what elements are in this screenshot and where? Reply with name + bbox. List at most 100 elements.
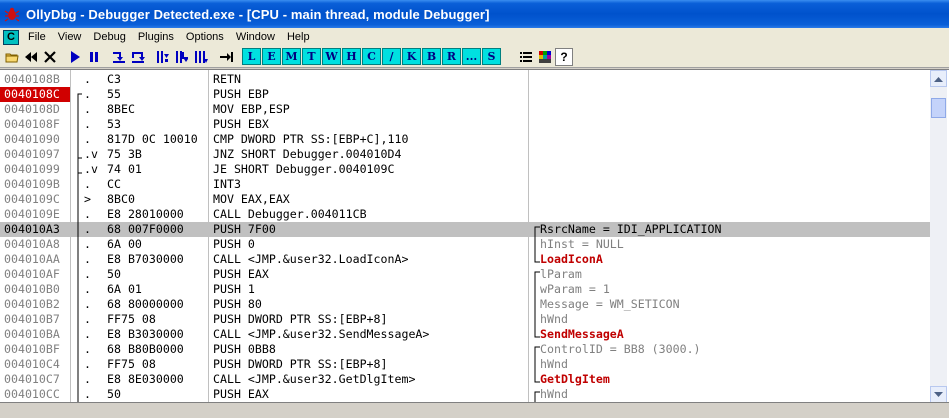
comment-cell: SendMessageA <box>540 327 624 341</box>
help-button[interactable]: ? <box>555 47 573 66</box>
trace-over-icon[interactable] <box>173 48 191 66</box>
table-row[interactable]: 004010A8. 6A 00 PUSH 0 hInst = NULL <box>0 237 930 252</box>
title-bar[interactable]: OllyDbg - Debugger Detected.exe - [CPU -… <box>0 0 949 28</box>
jump-flag-cell: . <box>84 87 91 101</box>
comment-cell <box>540 147 930 162</box>
go-to-icon[interactable] <box>217 48 235 66</box>
comment-cell: hWnd <box>540 387 568 401</box>
table-row[interactable]: 0040108B. C3 RETN <box>0 72 930 87</box>
step-over-icon[interactable] <box>129 48 147 66</box>
table-row[interactable]: 004010B7. FF75 08 PUSH DWORD PTR SS:[EBP+8… <box>0 312 930 327</box>
hex-dump-cell: 50 <box>107 267 121 281</box>
comment-cell: LoadIconA <box>540 252 603 266</box>
menu-file[interactable]: File <box>22 31 52 43</box>
table-row[interactable]: 004010B0. 6A 01 PUSH 1 wParam = 1 <box>0 282 930 297</box>
hex-dump-cell: 68 80000000 <box>107 297 184 311</box>
memory-map-button[interactable]: M <box>282 48 301 65</box>
disassembly-cell: PUSH EBX <box>213 117 269 131</box>
hex-dump-cell: C3 <box>107 72 121 86</box>
call-stack-button[interactable]: K <box>402 48 421 65</box>
cpu-window-icon[interactable]: C <box>3 29 19 45</box>
address-cell: 0040109B <box>4 177 60 191</box>
menu-view[interactable]: View <box>52 31 88 43</box>
disassembly-cell: INT3 <box>213 177 241 191</box>
hex-dump-cell: 53 <box>107 117 121 131</box>
close-icon[interactable] <box>41 48 59 66</box>
menu-options[interactable]: Options <box>180 31 230 43</box>
menu-plugins[interactable]: Plugins <box>132 31 180 43</box>
execute-till-return-icon[interactable] <box>192 48 210 66</box>
comment-cell: wParam = 1 <box>540 282 610 296</box>
run-trace-button[interactable]: ... <box>462 48 481 65</box>
hex-dump-cell: 68 B80B0000 <box>107 342 184 356</box>
address-cell: 004010B2 <box>4 297 60 311</box>
scroll-down-button[interactable] <box>930 386 947 403</box>
table-row[interactable]: 004010AF. 50 PUSH EAX lParam <box>0 267 930 282</box>
menu-help[interactable]: Help <box>281 31 316 43</box>
address-cell: 004010AF <box>4 267 60 281</box>
step-into-icon[interactable] <box>110 48 128 66</box>
vertical-scrollbar[interactable] <box>930 70 947 403</box>
cpu-disassembly-pane[interactable]: 0040108B. C3 RETN 0040108C. 55 PUSH EBP 004010… <box>0 69 949 403</box>
table-row[interactable]: 0040109B. CC INT3 <box>0 177 930 192</box>
table-row[interactable]: 004010C4. FF75 08 PUSH DWORD PTR SS:[EBP+8… <box>0 357 930 372</box>
rewind-icon[interactable] <box>22 48 40 66</box>
windows-button[interactable]: W <box>322 48 341 65</box>
comment-cell: hInst = NULL <box>540 237 624 251</box>
table-row[interactable]: 00401090. 817D 0C 10010 CMP DWORD PTR SS:[… <box>0 132 930 147</box>
table-row[interactable]: 00401097 .v 75 3B JNZ SHORT Debugger.004010… <box>0 147 930 162</box>
trace-into-icon[interactable] <box>154 48 172 66</box>
toolbar: L E M T W H C / K B R ... S ? <box>0 46 949 68</box>
hex-dump-cell: 6A 01 <box>107 282 142 296</box>
table-row[interactable]: 004010CC. 50 PUSH EAX hWnd <box>0 387 930 402</box>
log-window-button[interactable]: L <box>242 48 261 65</box>
disassembly-cell: PUSH EBP <box>213 87 269 101</box>
open-folder-icon[interactable] <box>3 48 21 66</box>
scroll-up-button[interactable] <box>930 70 947 87</box>
table-row[interactable]: 0040109E. E8 28010000 CALL Debugger.004011… <box>0 207 930 222</box>
handles-button[interactable]: H <box>342 48 361 65</box>
jump-flag-cell: . <box>84 117 91 131</box>
appearance-icon[interactable] <box>536 48 554 66</box>
table-row[interactable]: 004010B2. 68 80000000 PUSH 80 Message = WM_… <box>0 297 930 312</box>
jump-flag-cell: . <box>84 132 91 146</box>
address-cell: 0040109C <box>4 192 60 206</box>
threads-button[interactable]: T <box>302 48 321 65</box>
disassembly-cell: RETN <box>213 72 241 86</box>
cpu-button[interactable]: C <box>362 48 381 65</box>
list-view-icon[interactable] <box>517 48 535 66</box>
patches-button[interactable]: / <box>382 48 401 65</box>
menu-window[interactable]: Window <box>230 31 281 43</box>
jump-flag-cell: . <box>84 387 91 401</box>
breakpoints-button[interactable]: B <box>422 48 441 65</box>
disassembly-cell: PUSH 7F00 <box>213 222 276 236</box>
references-button[interactable]: R <box>442 48 461 65</box>
hex-dump-cell: 74 01 <box>107 162 142 176</box>
table-row[interactable]: 0040108C. 55 PUSH EBP <box>0 87 930 102</box>
hex-dump-cell: FF75 08 <box>107 312 156 326</box>
table-row[interactable]: 0040109C >8BC0 MOV EAX,EAX <box>0 192 930 207</box>
scroll-thumb[interactable] <box>931 98 946 118</box>
table-row[interactable]: 0040108F. 53 PUSH EBX <box>0 117 930 132</box>
hex-dump-cell: E8 B3030000 <box>107 327 184 341</box>
table-row[interactable]: 00401099 .v 74 01 JE SHORT Debugger.0040109… <box>0 162 930 177</box>
table-row[interactable]: 0040108D. 8BEC MOV EBP,ESP <box>0 102 930 117</box>
table-row[interactable]: 004010C7. E8 8E030000 CALL <JMP.&user32.Ge… <box>0 372 930 387</box>
hex-dump-cell: 55 <box>107 87 121 101</box>
executable-modules-button[interactable]: E <box>262 48 281 65</box>
comment-cell <box>540 162 930 177</box>
table-row[interactable]: 004010BF. 68 B80B0000 PUSH 0BB8 ControlID =… <box>0 342 930 357</box>
run-icon[interactable] <box>66 48 84 66</box>
pause-icon[interactable] <box>85 48 103 66</box>
hex-dump-cell: 8BC0 <box>107 192 135 206</box>
address-cell: 004010BF <box>4 342 60 356</box>
hex-dump-cell: 68 007F0000 <box>107 222 184 236</box>
menu-debug[interactable]: Debug <box>87 31 131 43</box>
address-cell: 00401097 <box>4 147 60 161</box>
table-row[interactable]: 004010BA. E8 B3030000 CALL <JMP.&user32.Se… <box>0 327 930 342</box>
disassembly-cell: PUSH 80 <box>213 297 262 311</box>
table-row[interactable]: 004010AA. E8 B7030000 CALL <JMP.&user32.Lo… <box>0 252 930 267</box>
source-button[interactable]: S <box>482 48 501 65</box>
jump-flag-cell: > <box>84 192 91 206</box>
table-row[interactable]: 004010A3. 68 007F0000 PUSH 7F00 RsrcName = … <box>0 222 930 237</box>
